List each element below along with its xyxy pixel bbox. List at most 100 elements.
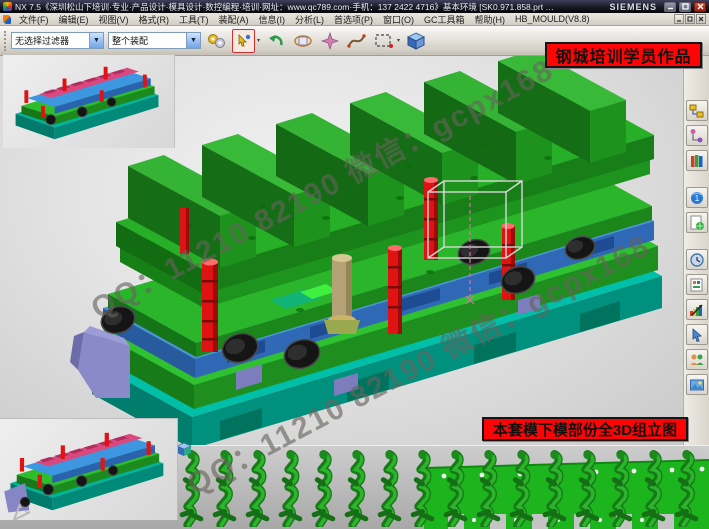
- constraint-navigator-button[interactable]: [686, 125, 708, 146]
- menu-item[interactable]: 帮助(H): [470, 13, 511, 26]
- menu-item[interactable]: 编辑(E): [54, 13, 94, 26]
- minimize-icon: [667, 3, 674, 10]
- doc-restore-icon: [687, 16, 693, 22]
- selection-filter-combo[interactable]: 无选择过滤器 ▼: [11, 32, 104, 49]
- menu-item[interactable]: 分析(L): [290, 13, 329, 26]
- assembly-navigator-button[interactable]: [686, 100, 708, 121]
- menu-bar: 文件(F)编辑(E)视图(V)格式(R)工具(T)装配(A)信息(I)分析(L)…: [0, 13, 709, 26]
- history-button[interactable]: [686, 249, 708, 270]
- stamped-part: [572, 449, 603, 527]
- process-studio-button[interactable]: [686, 274, 708, 295]
- snap-point-button[interactable]: [232, 29, 255, 53]
- stamped-part: [242, 449, 273, 527]
- svg-text:1: 1: [694, 194, 699, 203]
- stamped-part: [638, 449, 669, 527]
- orbit-view-icon: [293, 32, 313, 50]
- spline-icon: [347, 32, 366, 50]
- chevron-down-icon[interactable]: ▼: [186, 33, 200, 48]
- toolbar-grip[interactable]: [4, 31, 7, 51]
- menu-item[interactable]: 工具(T): [174, 13, 214, 26]
- stamped-part: [209, 449, 240, 527]
- spline-button[interactable]: [345, 29, 368, 53]
- menu-item[interactable]: 装配(A): [214, 13, 254, 26]
- undo-button[interactable]: [264, 29, 287, 53]
- stamped-parts-row: [176, 449, 702, 527]
- stamped-part: [473, 449, 504, 527]
- menu-item[interactable]: 窗口(O): [378, 13, 419, 26]
- stamped-part: [374, 449, 405, 527]
- training-banner: 钢城培训学员作品: [545, 42, 702, 68]
- history-icon: [689, 252, 705, 268]
- orbit-view-button[interactable]: [291, 29, 314, 53]
- close-button[interactable]: [694, 2, 706, 12]
- snap-point-dropdown[interactable]: ▾: [257, 37, 260, 44]
- maximize-button[interactable]: [679, 2, 691, 12]
- stamped-part: [671, 449, 702, 527]
- menu-item[interactable]: 视图(V): [94, 13, 134, 26]
- stamped-part: [605, 449, 636, 527]
- part-navigator-button[interactable]: [686, 150, 708, 171]
- assembly-scope-combo[interactable]: 整个装配 ▼: [108, 32, 201, 49]
- shaded-view-icon: [406, 31, 426, 51]
- menu-item[interactable]: 文件(F): [14, 13, 54, 26]
- doc-minimize-button[interactable]: [674, 14, 684, 24]
- menu-items: 文件(F)编辑(E)视图(V)格式(R)工具(T)装配(A)信息(I)分析(L)…: [14, 13, 674, 26]
- rectangle-select-button[interactable]: [372, 29, 395, 53]
- scene-gallery-button[interactable]: [686, 374, 708, 395]
- title-bar: NX 7.5《深圳松山下培训·专业·产品设计·模具设计·数控编程·培训·网址：w…: [0, 0, 709, 13]
- chevron-down-icon[interactable]: ▼: [89, 33, 103, 48]
- hd3d-tool-button[interactable]: 1: [686, 187, 708, 208]
- menu-item[interactable]: HB_MOULD(V8.8): [510, 14, 595, 24]
- touch-mode-icon: [689, 327, 705, 343]
- link-parts-icon: [207, 32, 226, 50]
- caption-banner: 本套模下模部份全3D组立图: [482, 417, 688, 441]
- part-navigator-icon: [689, 153, 705, 169]
- doc-minimize-icon: [676, 16, 682, 22]
- nx-app-icon: [3, 2, 12, 11]
- view-axis-icon: [8, 498, 36, 524]
- doc-close-icon: [698, 16, 704, 22]
- resource-bar: 1: [683, 56, 709, 445]
- user-groups-button[interactable]: [686, 349, 708, 370]
- selection-filter-value: 无选择过滤器: [12, 34, 89, 47]
- document-window-controls: [674, 14, 706, 24]
- stamped-part: [341, 449, 372, 527]
- hd3d-tool-icon: 1: [689, 190, 705, 206]
- quick-pick-button[interactable]: [318, 29, 341, 53]
- menu-item[interactable]: 信息(I): [254, 13, 291, 26]
- constraint-navigator-icon: [689, 128, 705, 144]
- select-dropdown[interactable]: ▾: [397, 37, 400, 44]
- touch-mode-button[interactable]: [686, 324, 708, 345]
- stamped-part: [275, 449, 306, 527]
- lower-die-view-top: [3, 55, 175, 148]
- minimize-button[interactable]: [664, 2, 676, 12]
- link-parts-button[interactable]: [205, 29, 228, 53]
- quick-pick-icon: [321, 32, 339, 50]
- stamped-part: [407, 449, 438, 527]
- menu-item[interactable]: 首选项(P): [329, 13, 378, 26]
- doc-close-button[interactable]: [696, 14, 706, 24]
- rectangle-select-icon: [374, 32, 394, 50]
- menu-item[interactable]: 格式(R): [134, 13, 175, 26]
- undo-icon: [266, 32, 285, 50]
- close-icon: [697, 3, 704, 10]
- menu-item[interactable]: GC工具箱: [419, 13, 470, 26]
- application-window: NX 7.5《深圳松山下培训·专业·产品设计·模具设计·数控编程·培训·网址：w…: [0, 0, 709, 529]
- lower-die-thumbnail-top: [3, 55, 175, 148]
- scene-gallery-icon: [689, 377, 705, 393]
- maximize-icon: [682, 3, 689, 10]
- stamped-part: [440, 449, 471, 527]
- shaded-view-button[interactable]: [404, 29, 427, 53]
- doc-restore-button[interactable]: [685, 14, 695, 24]
- web-browser-button[interactable]: [686, 212, 708, 233]
- stamped-part: [176, 449, 207, 527]
- process-studio-icon: [689, 277, 705, 293]
- stamped-part: [506, 449, 537, 527]
- window-title: NX 7.5《深圳松山下培训·专业·产品设计·模具设计·数控编程·培训·网址：w…: [15, 1, 606, 13]
- nx-document-icon: [3, 15, 11, 24]
- user-groups-icon: [689, 352, 705, 368]
- assembly-navigator-icon: [689, 103, 705, 119]
- roles-button[interactable]: [686, 299, 708, 320]
- stamped-part: [539, 449, 570, 527]
- roles-icon: [689, 302, 705, 318]
